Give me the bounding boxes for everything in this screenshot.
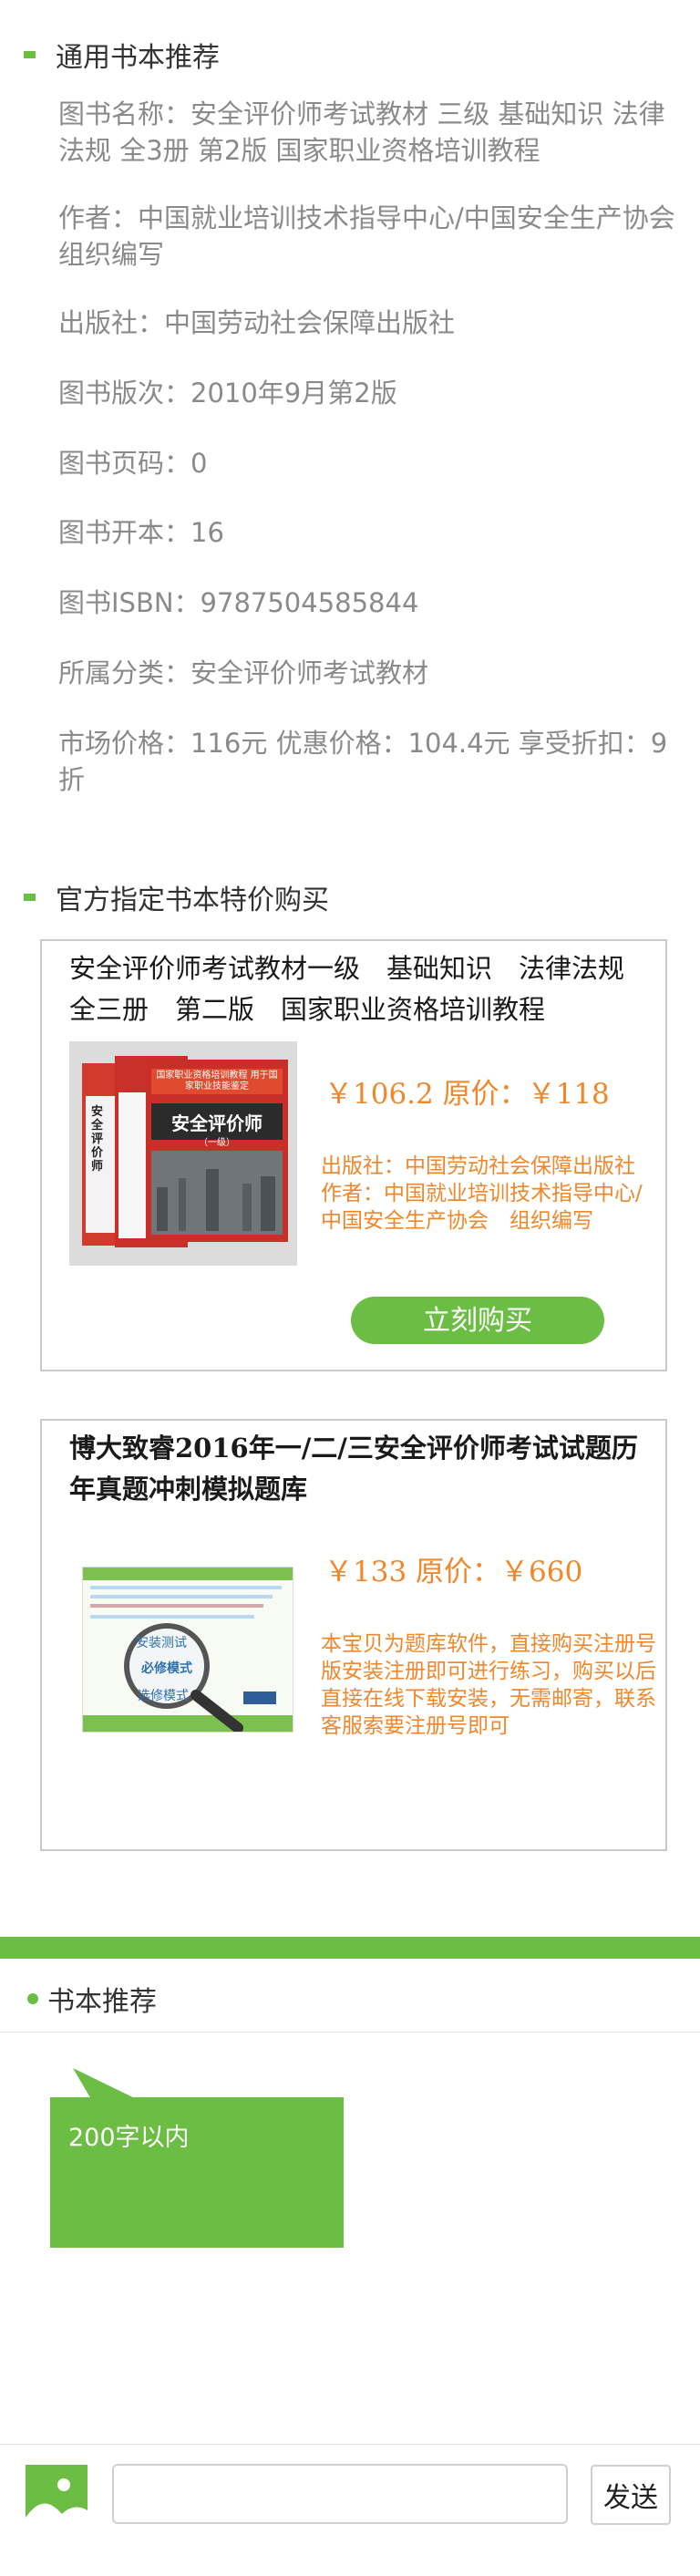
recommend-divider xyxy=(0,2032,700,2033)
book-format: 图书开本：16 xyxy=(58,517,224,548)
product-title[interactable]: 博大致睿2016年一/二/三安全评价师考试试题历年真题冲刺模拟题库 xyxy=(69,1428,653,1510)
cover-banner-text: 国家职业资格培训教程 用于国家职业技能鉴定 xyxy=(156,1071,278,1091)
comment-bubble[interactable]: 200字以内 xyxy=(50,2068,344,2248)
product-price: ￥106.2 原价：￥118 xyxy=(324,1078,610,1111)
product-cover-image[interactable]: 安装测试 必修模式 选修模式 xyxy=(82,1567,293,1733)
footer-divider xyxy=(0,2444,700,2445)
product-card-2[interactable]: 博大致睿2016年一/二/三安全评价师考试试题历年真题冲刺模拟题库 安装测试 必… xyxy=(40,1419,667,1851)
book-price-line: 市场价格：116元 优惠价格：104.4元 享受折扣：9折 xyxy=(58,728,668,795)
section-title-general: 通用书本推荐 xyxy=(24,35,220,75)
option-required-mode: 必修模式 xyxy=(141,1661,192,1676)
cover-side-text: 安全评价师 xyxy=(91,1105,104,1174)
book-pages: 图书页码：0 xyxy=(58,448,208,479)
cover-main-text: 安全评价师 xyxy=(171,1112,262,1134)
message-input[interactable] xyxy=(112,2464,568,2524)
book-edition: 图书版次：2010年9月第2版 xyxy=(58,378,397,409)
product-card-1[interactable]: 安全评价师考试教材一级 基础知识 法律法规 全三册 第二版 国家职业资格培训教程… xyxy=(40,939,667,1371)
section-title-text: 官方指定书本特价购买 xyxy=(56,885,329,916)
book-isbn: 图书ISBN：9787504585844 xyxy=(58,587,419,618)
recommend-dot xyxy=(27,1993,38,2004)
section-marker xyxy=(24,51,36,58)
software-screenshot-illustration xyxy=(83,1567,293,1732)
book-category: 所属分类：安全评价师考试教材 xyxy=(58,657,429,688)
product-price: ￥133 原价：￥660 xyxy=(324,1556,583,1588)
send-button[interactable]: 发送 xyxy=(591,2465,671,2525)
product-description: 本宝贝为题库软件，直接购买注册号版安装注册即可进行练习，购买以后直接在线下载安装… xyxy=(321,1632,656,1738)
option-elective-mode: 选修模式 xyxy=(138,1689,189,1703)
bubble-text: 200字以内 xyxy=(68,2124,190,2152)
book-publisher: 出版社：中国劳动社会保障出版社 xyxy=(58,307,456,338)
option-install-test: 安装测试 xyxy=(136,1636,187,1650)
product-description: 出版社：中国劳动社会保障出版社 作者：中国就业培训技术指导中心/中国安全生产协会… xyxy=(321,1154,643,1233)
recommend-title: 书本推荐 xyxy=(47,1986,157,2018)
user-avatar-icon[interactable] xyxy=(26,2465,88,2527)
buy-now-button[interactable]: 立刻购买 xyxy=(351,1297,604,1344)
book-name: 图书名称：安全评价师考试教材 三级 基础知识 法律法规 全3册 第2版 国家职业… xyxy=(58,98,665,166)
cover-level-text: （一级） xyxy=(199,1138,235,1148)
section-title-text: 通用书本推荐 xyxy=(56,42,220,74)
section-marker xyxy=(24,894,36,901)
product-cover-image[interactable]: 国家职业资格培训教程 用于国家职业技能鉴定 安全评价师 （一级） 安全评价师 xyxy=(69,1041,297,1266)
landscape-icon xyxy=(26,2478,88,2527)
recommend-header: 书本推荐 xyxy=(27,1979,157,2019)
section-title-official: 官方指定书本特价购买 xyxy=(24,877,329,917)
book-author: 作者：中国就业培训技术指导中心/中国安全生产协会 组织编写 xyxy=(58,202,675,270)
product-title[interactable]: 安全评价师考试教材一级 基础知识 法律法规 全三册 第二版 国家职业资格培训教程 xyxy=(69,948,653,1030)
bubble-tail xyxy=(73,2068,137,2099)
section-divider xyxy=(0,1937,700,1959)
